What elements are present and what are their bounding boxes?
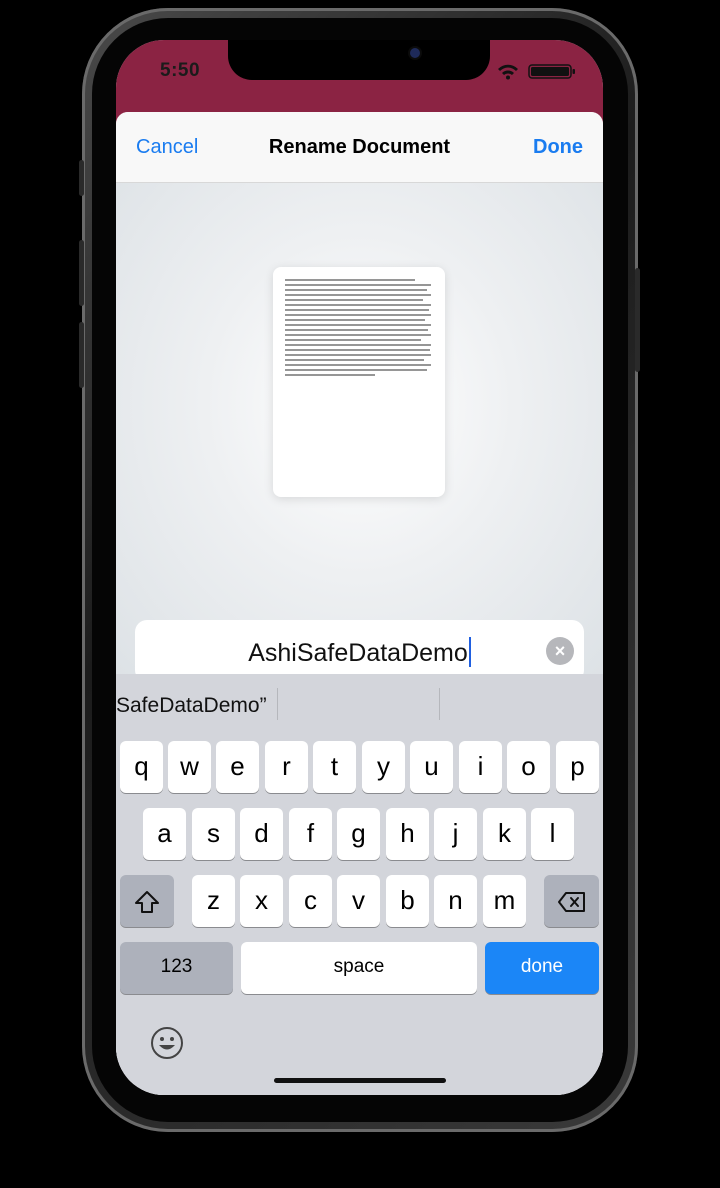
key-e[interactable]: e [216, 741, 259, 793]
doc-text-line [285, 314, 431, 316]
doc-text-line [285, 294, 431, 296]
home-indicator[interactable] [274, 1078, 446, 1083]
shift-icon [135, 891, 159, 914]
key-p[interactable]: p [556, 741, 599, 793]
suggestion-item[interactable]: SafeDataDemo” [116, 694, 267, 718]
doc-text-line [285, 334, 431, 336]
key-a[interactable]: a [143, 808, 186, 860]
battery-icon [528, 64, 575, 79]
key-w[interactable]: w [168, 741, 211, 793]
text-caret [468, 637, 471, 667]
key-r[interactable]: r [265, 741, 308, 793]
shift-key[interactable] [120, 875, 174, 927]
doc-text-line [285, 344, 431, 346]
doc-text-line [285, 374, 375, 376]
page-title: Rename Document [268, 136, 451, 158]
volume-up-button [79, 240, 84, 306]
document-name-field[interactable]: AshiSafeDataDemo × [135, 620, 584, 682]
done-button[interactable]: Done [533, 136, 583, 159]
key-o[interactable]: o [507, 741, 550, 793]
key-s[interactable]: s [192, 808, 235, 860]
key-t[interactable]: t [313, 741, 356, 793]
camera-icon [410, 48, 420, 58]
suggestion-divider [277, 688, 278, 720]
key-n[interactable]: n [434, 875, 477, 927]
space-key[interactable]: space [241, 942, 477, 994]
document-name-text[interactable]: AshiSafeDataDemo [135, 637, 584, 668]
doc-text-line [285, 279, 415, 281]
key-y[interactable]: y [362, 741, 405, 793]
doc-text-line [285, 349, 430, 351]
key-i[interactable]: i [459, 741, 502, 793]
key-q[interactable]: q [120, 741, 163, 793]
doc-text-line [285, 309, 429, 311]
doc-text-line [285, 284, 431, 286]
doc-text-line [285, 319, 425, 321]
phone-screen: 5:50 Cancel Rename Document Done AshiSaf… [116, 40, 603, 1095]
status-icons [495, 62, 577, 80]
document-name-value: AshiSafeDataDemo [248, 639, 468, 667]
key-u[interactable]: u [410, 741, 453, 793]
key-z[interactable]: z [192, 875, 235, 927]
doc-text-line [285, 299, 423, 301]
key-l[interactable]: l [531, 808, 574, 860]
key-x[interactable]: x [240, 875, 283, 927]
keyboard-done-key[interactable]: done [485, 942, 599, 994]
key-b[interactable]: b [386, 875, 429, 927]
key-h[interactable]: h [386, 808, 429, 860]
doc-text-line [285, 364, 431, 366]
silent-switch [79, 160, 84, 196]
doc-text-line [285, 324, 431, 326]
key-k[interactable]: k [483, 808, 526, 860]
doc-text-line [285, 359, 424, 361]
numbers-key[interactable]: 123 [120, 942, 233, 994]
key-m[interactable]: m [483, 875, 526, 927]
key-g[interactable]: g [337, 808, 380, 860]
backspace-icon [557, 892, 585, 913]
status-time: 5:50 [160, 60, 201, 81]
power-button [635, 268, 640, 372]
nav-bar: Cancel Rename Document Done [116, 112, 603, 183]
backspace-key[interactable] [544, 875, 599, 927]
doc-text-line [285, 304, 431, 306]
doc-text-line [285, 329, 428, 331]
key-f[interactable]: f [289, 808, 332, 860]
notch [228, 40, 490, 80]
doc-text-line [285, 289, 427, 291]
key-v[interactable]: v [337, 875, 380, 927]
key-j[interactable]: j [434, 808, 477, 860]
key-d[interactable]: d [240, 808, 283, 860]
volume-down-button [79, 322, 84, 388]
document-thumbnail [273, 267, 445, 497]
doc-text-line [285, 369, 427, 371]
doc-text-line [285, 339, 421, 341]
suggestion-bar: SafeDataDemo” [116, 674, 603, 734]
suggestion-divider [439, 688, 440, 720]
key-c[interactable]: c [289, 875, 332, 927]
doc-text-line [285, 354, 431, 356]
clear-text-icon[interactable]: × [546, 637, 574, 665]
keyboard: SafeDataDemo” q w e r t y u i o p a s d … [116, 674, 603, 1095]
wifi-icon [498, 64, 518, 80]
emoji-icon[interactable] [150, 1026, 184, 1060]
preview-area: AshiSafeDataDemo × [116, 183, 603, 682]
